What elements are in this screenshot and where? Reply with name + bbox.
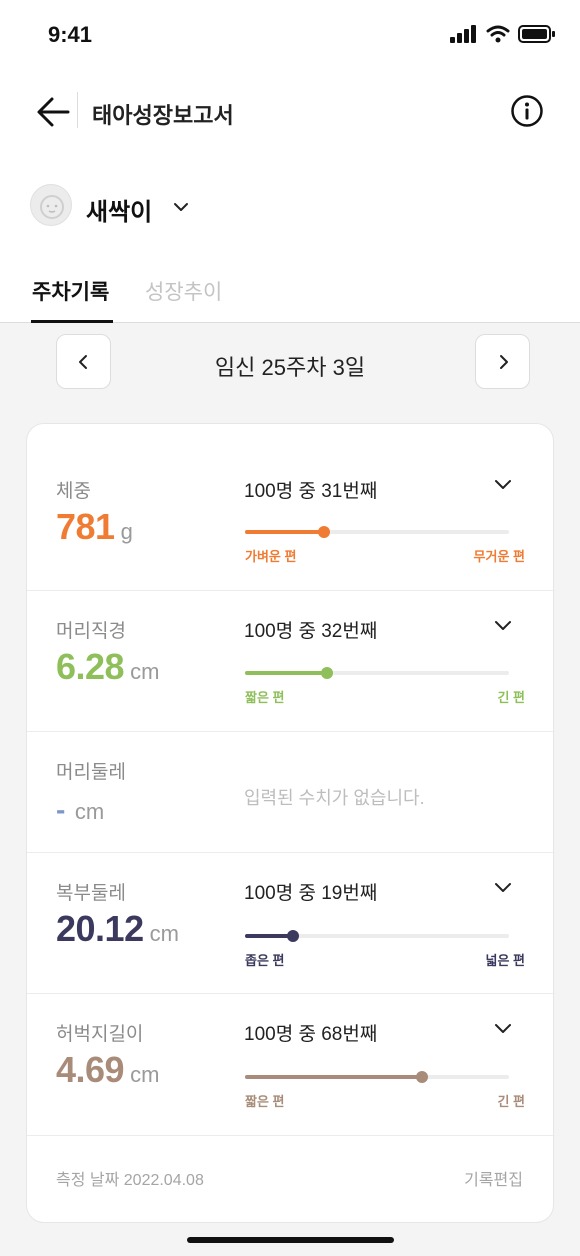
metric-unit: cm [130,1062,160,1087]
metric-label: 허벅지길이 [56,1024,144,1045]
edit-record-link[interactable]: 기록편집 [464,1166,523,1190]
metric-label: 머리둘레 [56,762,126,783]
next-week-button[interactable] [475,334,530,389]
metric-rank: 100명 중 68번째 [244,1024,378,1045]
percentile-knob [318,526,331,538]
metric-rank: 100명 중 32번째 [244,621,378,642]
bar-right-label: 긴 편 [497,1094,525,1109]
home-indicator [187,1237,394,1243]
metric-label: 머리직경 [56,621,126,642]
tab-bar: 주차기록 성장추이 [0,258,580,323]
battery-icon [518,25,555,43]
percentile-fill [245,1075,422,1079]
avatar [30,184,72,226]
baby-face-icon [40,195,64,219]
percentile-bar [245,930,509,942]
status-icons [450,24,556,44]
nav-divider [77,92,78,128]
percentile-fill [245,934,293,938]
back-arrow-icon[interactable] [34,92,74,132]
metric-value: 6.28 cm [56,646,159,688]
tab-weekly-record[interactable]: 주차기록 [32,276,109,306]
baby-name: 새싹이 [86,199,153,226]
metric-row-weight: 체중 781 g 100명 중 31번째 가벼운 편 무거운 편 [27,424,555,591]
chevron-right-icon [499,354,508,369]
bar-left-label: 짧은 편 [245,690,285,705]
nav-bar: 태아성장보고서 [0,70,580,154]
bar-right-label: 무거운 편 [473,549,525,564]
chevron-down-icon[interactable] [493,877,513,897]
percentile-knob [286,930,299,942]
metric-value: 781 g [56,506,133,548]
week-navigator: 임신 25주차 3일 [0,324,580,404]
active-tab-indicator [31,320,113,323]
percentile-bar [245,1071,509,1083]
page-title: 태아성장보고서 [92,103,234,128]
metric-value: 4.69 cm [56,1049,159,1091]
growth-report-card: 체중 781 g 100명 중 31번째 가벼운 편 무거운 편 머리직경 6.… [26,423,555,1223]
bar-left-label: 가벼운 편 [245,549,297,564]
chevron-down-icon[interactable] [493,1018,513,1038]
metric-unit: cm [149,921,179,946]
metric-unit: cm [74,799,105,824]
metric-row-abdominal-circumference: 복부둘레 20.12 cm 100명 중 19번째 좁은 편 넓은 편 [27,853,555,994]
empty-value-message: 입력된 수치가 없습니다. [244,788,425,808]
percentile-knob [320,667,333,679]
metric-label: 복부둘레 [56,883,126,904]
wifi-icon [486,25,510,43]
cellular-signal-icon [450,25,476,43]
bar-left-label: 좁은 편 [245,953,285,968]
percentile-knob [415,1071,428,1083]
bar-right-label: 긴 편 [497,690,525,705]
percentile-bar [245,526,509,538]
percentile-fill [245,671,327,675]
metric-row-head-circumference: 머리둘레 - cm 입력된 수치가 없습니다. [27,732,555,853]
status-time: 9:41 [48,22,93,47]
profile-selector[interactable]: 새싹이 [0,154,580,258]
metric-number: - [56,794,65,825]
metric-number: 781 [56,506,115,547]
metric-number: 4.69 [56,1049,125,1090]
chevron-down-icon[interactable] [172,198,190,216]
percentile-bar [245,667,509,679]
metric-rank: 100명 중 19번째 [244,883,378,904]
tab-growth-trend[interactable]: 성장추이 [145,276,222,306]
metric-number: 20.12 [56,908,144,949]
bar-left-label: 짧은 편 [245,1094,285,1109]
chevron-down-icon[interactable] [493,474,513,494]
metric-unit: cm [130,659,160,684]
info-icon[interactable] [510,94,544,128]
chevron-down-icon[interactable] [493,615,513,635]
metric-row-head-diameter: 머리직경 6.28 cm 100명 중 32번째 짧은 편 긴 편 [27,591,555,732]
metric-number: 6.28 [56,646,125,687]
metric-value: 20.12 cm [56,908,179,950]
metric-label: 체중 [56,481,91,502]
metric-unit: g [120,519,133,544]
percentile-fill [245,530,325,534]
metric-rank: 100명 중 31번째 [244,481,378,502]
bar-right-label: 넓은 편 [485,953,526,968]
metric-value: - cm [56,794,104,826]
measurement-date: 측정 날짜 2022.04.08 [56,1172,204,1189]
status-bar: 9:41 [0,0,580,70]
metric-row-femur-length: 허벅지길이 4.69 cm 100명 중 68번째 짧은 편 긴 편 [27,994,555,1136]
